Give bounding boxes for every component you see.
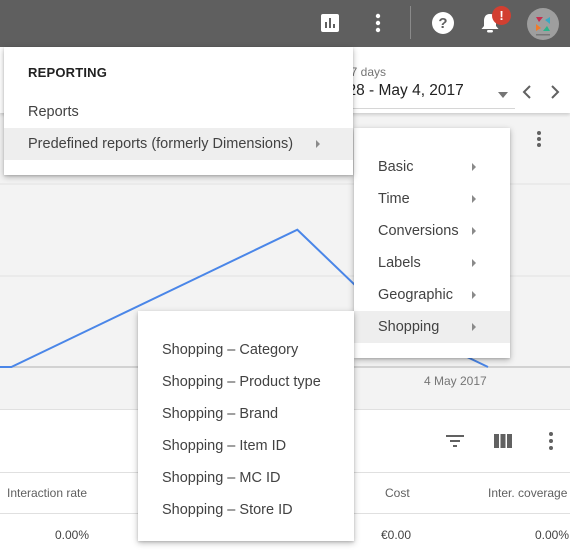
menu-item-shopping-product-type[interactable]: Shopping – Product type — [138, 366, 354, 398]
menu-item-label: Geographic — [378, 287, 453, 303]
menu-item-shopping[interactable]: Shopping — [354, 311, 510, 343]
menu-item-label: Shopping – Category — [162, 342, 299, 358]
predefined-reports-submenu: Basic Time Conversions Labels Geographic… — [354, 128, 510, 358]
cell-inter-coverage: 0.00% — [535, 528, 570, 542]
submenu-arrow-icon — [472, 195, 476, 203]
menu-item-label: Predefined reports (formerly Dimensions) — [28, 136, 294, 152]
menu-item-labels[interactable]: Labels — [354, 247, 510, 279]
menu-item-label: Conversions — [378, 223, 459, 239]
account-avatar[interactable] — [527, 8, 559, 40]
menu-item-label: Reports — [28, 104, 79, 120]
menu-item-label: Labels — [378, 255, 421, 271]
menu-item-label: Shopping – MC ID — [162, 470, 281, 486]
menu-item-shopping-item-id[interactable]: Shopping – Item ID — [138, 430, 354, 462]
menu-item-label: Shopping – Brand — [162, 406, 279, 422]
notification-badge: ! — [492, 6, 511, 25]
cell-cost: €0.00 — [381, 528, 412, 542]
date-range-value[interactable]: r 28 - May 4, 2017 — [338, 82, 464, 100]
menu-item-predefined-reports[interactable]: Predefined reports (formerly Dimensions) — [4, 128, 353, 160]
date-dropdown-icon[interactable] — [497, 87, 509, 98]
submenu-arrow-icon — [472, 291, 476, 299]
date-range-underline — [338, 108, 515, 109]
submenu-arrow-icon — [472, 163, 476, 171]
menu-item-time[interactable]: Time — [354, 183, 510, 215]
submenu-arrow-icon — [316, 140, 320, 148]
menu-item-geographic[interactable]: Geographic — [354, 279, 510, 311]
more-vert-icon[interactable] — [365, 10, 391, 36]
menu-item-reports[interactable]: Reports — [4, 96, 353, 128]
menu-item-shopping-brand[interactable]: Shopping – Brand — [138, 398, 354, 430]
shopping-submenu: Shopping – Category Shopping – Product t… — [138, 311, 354, 541]
reporting-menu: REPORTING Reports Predefined reports (fo… — [4, 47, 353, 175]
chevron-right-icon[interactable] — [547, 82, 563, 102]
column-header-cost[interactable]: Cost — [385, 486, 410, 500]
x-axis-tick-label: 4 May 2017 — [424, 374, 487, 388]
menu-item-label: Shopping – Item ID — [162, 438, 287, 454]
columns-icon[interactable] — [492, 431, 514, 451]
menu-item-label: Time — [378, 191, 410, 207]
column-header-interaction-rate[interactable]: Interaction rate — [7, 486, 87, 500]
menu-item-label: Shopping – Product type — [162, 374, 321, 390]
menu-item-label: Shopping – Store ID — [162, 502, 293, 518]
cell-interaction-rate: 0.00% — [55, 528, 90, 542]
submenu-arrow-icon — [472, 259, 476, 267]
help-icon[interactable]: ? — [430, 10, 456, 36]
reporting-menu-title: REPORTING — [28, 65, 108, 80]
menu-item-basic[interactable]: Basic — [354, 151, 510, 183]
top-app-bar: ? ! — [0, 0, 570, 47]
submenu-arrow-icon — [472, 323, 476, 331]
submenu-arrow-icon — [472, 227, 476, 235]
chevron-left-icon[interactable] — [519, 82, 535, 102]
toolbar-divider — [410, 6, 411, 39]
chart-more-vert-icon[interactable] — [533, 130, 545, 148]
menu-item-label: Basic — [378, 159, 414, 175]
reports-chart-icon[interactable] — [317, 10, 343, 36]
menu-item-conversions[interactable]: Conversions — [354, 215, 510, 247]
filter-icon[interactable] — [444, 431, 466, 451]
menu-item-label: Shopping — [378, 319, 440, 335]
table-more-vert-icon[interactable] — [540, 431, 562, 451]
svg-text:?: ? — [438, 15, 447, 32]
menu-item-shopping-store-id[interactable]: Shopping – Store ID — [138, 494, 354, 526]
column-header-inter-coverage[interactable]: Inter. coverage — [488, 486, 567, 500]
menu-item-shopping-mc-id[interactable]: Shopping – MC ID — [138, 462, 354, 494]
menu-item-shopping-category[interactable]: Shopping – Category — [138, 334, 354, 366]
